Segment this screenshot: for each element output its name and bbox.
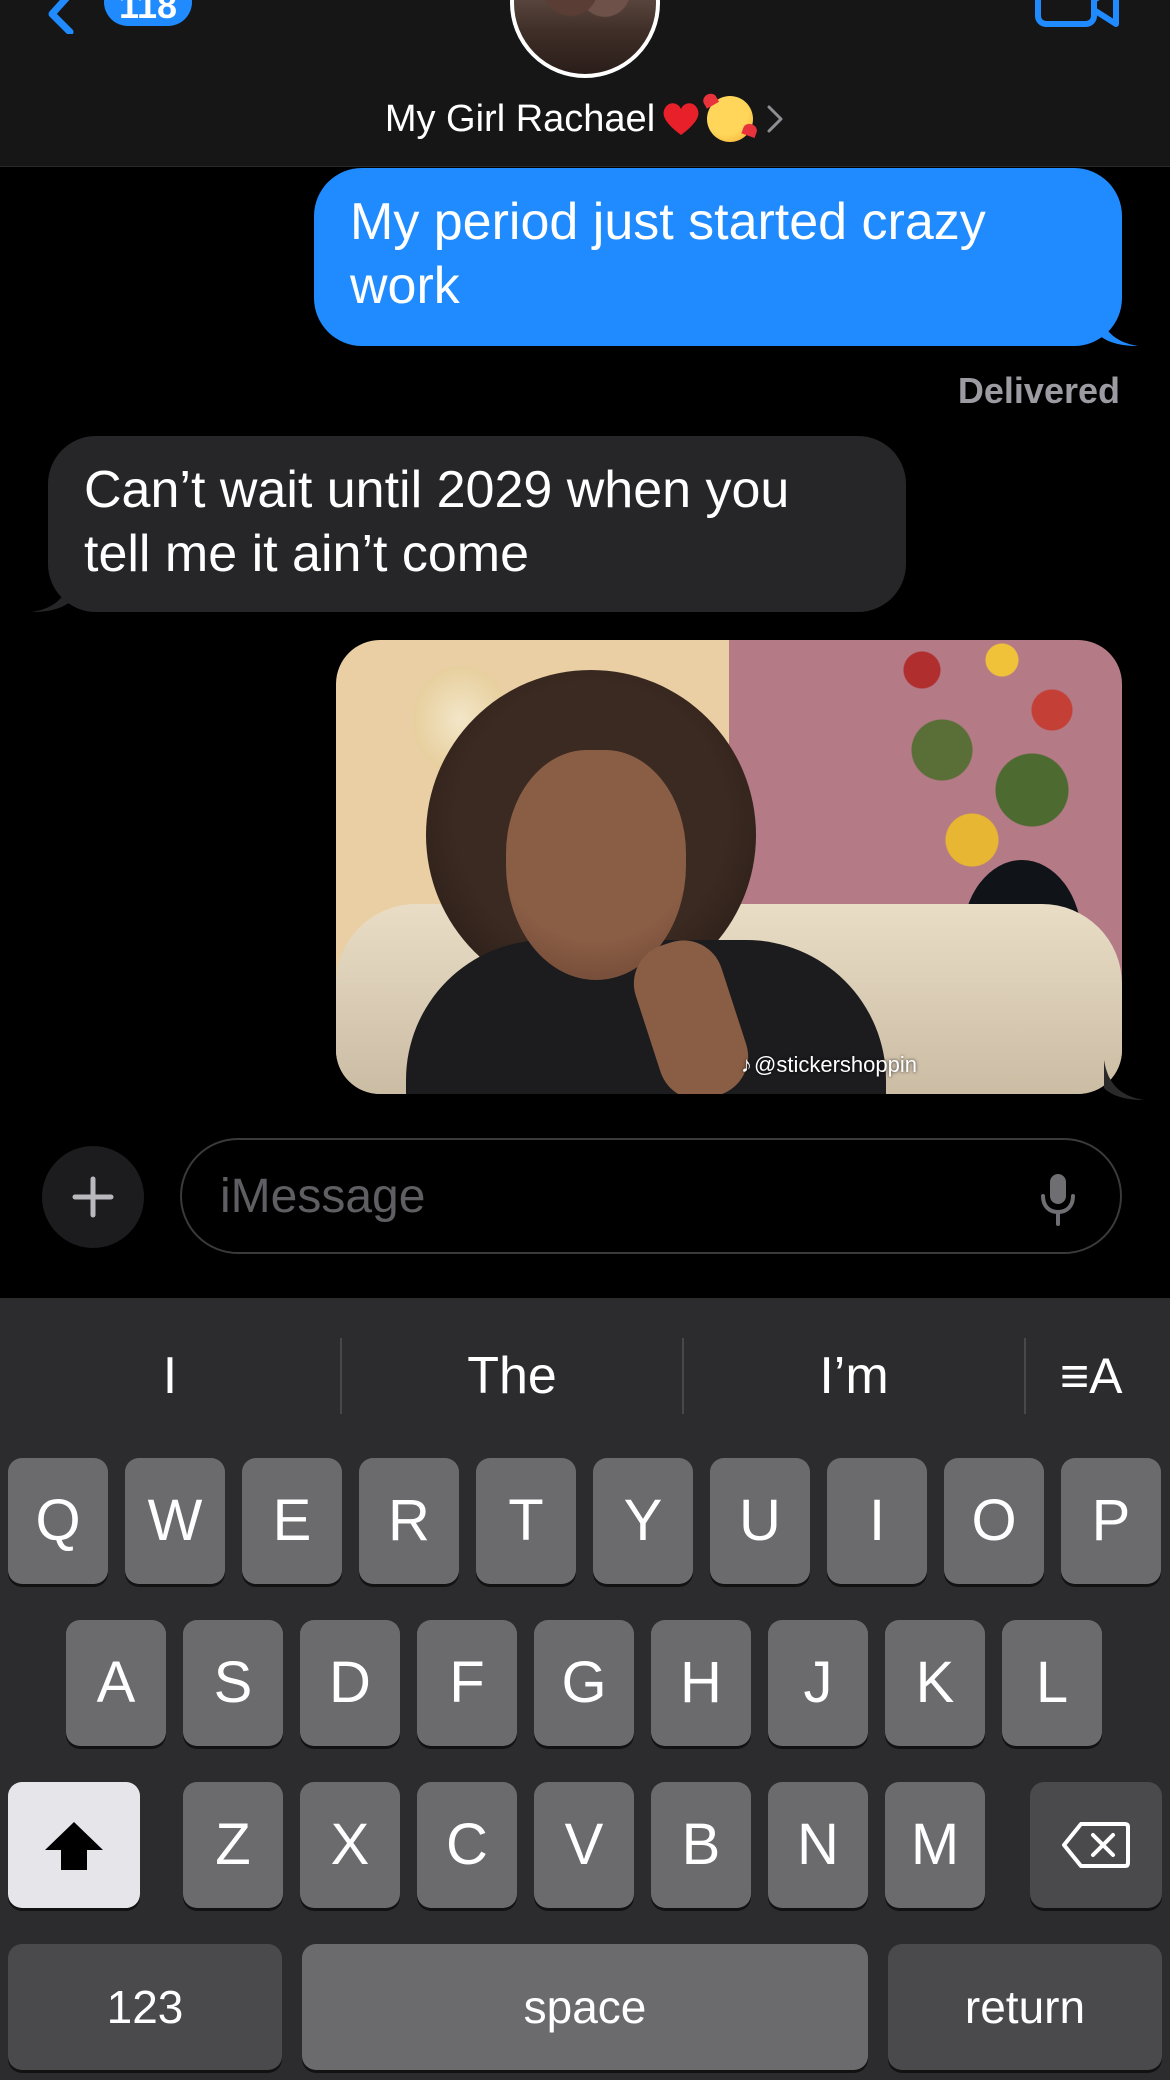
key-q[interactable]: Q [8,1458,108,1584]
heart-icon [663,103,699,135]
key-g[interactable]: G [534,1620,634,1746]
outgoing-message-bubble[interactable]: My period just started crazy work [314,168,1138,346]
bubble-tail [1104,1060,1144,1100]
bubble-tail [1098,306,1138,346]
key-e[interactable]: E [242,1458,342,1584]
plus-icon [72,1176,114,1218]
key-v[interactable]: V [534,1782,634,1908]
key-j[interactable]: J [768,1620,868,1746]
chevron-right-icon [767,105,783,133]
key-u[interactable]: U [710,1458,810,1584]
key-s[interactable]: S [183,1620,283,1746]
key-z[interactable]: Z [183,1782,283,1908]
return-key[interactable]: return [888,1944,1162,2070]
gif-message[interactable]: ♪@stickershoppin [336,640,1122,1094]
contact-name-row[interactable]: My Girl Rachael [0,94,1170,144]
key-c[interactable]: C [417,1782,517,1908]
key-k[interactable]: K [885,1620,985,1746]
key-w[interactable]: W [125,1458,225,1584]
incoming-message-bubble[interactable]: Can’t wait until 2029 when you tell me i… [32,436,906,612]
delete-key[interactable] [1030,1782,1162,1908]
key-p[interactable]: P [1061,1458,1161,1584]
key-o[interactable]: O [944,1458,1044,1584]
shift-key[interactable] [8,1782,140,1908]
key-f[interactable]: F [417,1620,517,1746]
contact-name: My Girl Rachael [384,97,656,140]
key-x[interactable]: X [300,1782,400,1908]
key-i[interactable]: I [827,1458,927,1584]
numbers-key[interactable]: 123 [8,1944,282,2070]
space-key[interactable]: space [302,1944,868,2070]
key-a[interactable]: A [66,1620,166,1746]
message-text: My period just started crazy work [350,193,986,315]
suggestion-1[interactable]: I [0,1338,340,1414]
imessage-input[interactable] [180,1138,1122,1254]
smiling-face-with-hearts-icon [707,96,754,142]
suggestion-2[interactable]: The [342,1338,682,1414]
contact-avatar[interactable] [510,0,660,78]
predictive-bar: I The I’m ≡A [0,1298,1170,1454]
gif-watermark: ♪@stickershoppin [741,1052,917,1078]
key-m[interactable]: M [885,1782,985,1908]
watermark-text: @stickershoppin [754,1052,917,1077]
video-call-icon[interactable] [1034,0,1120,28]
key-n[interactable]: N [768,1782,868,1908]
key-r[interactable]: R [359,1458,459,1584]
delete-icon [1062,1822,1130,1868]
key-d[interactable]: D [300,1620,400,1746]
suggestion-3[interactable]: I’m [684,1338,1024,1414]
key-l[interactable]: L [1002,1620,1102,1746]
text-format-icon[interactable]: ≡A [1060,1338,1123,1414]
key-h[interactable]: H [651,1620,751,1746]
delivered-status: Delivered [957,370,1120,411]
key-y[interactable]: Y [593,1458,693,1584]
back-chevron-icon[interactable] [40,0,100,34]
bubble-tail [32,572,72,612]
mic-icon[interactable] [1040,1172,1076,1226]
conversation-header: 118 My Girl Rachael [0,0,1170,167]
shift-icon [45,1822,103,1870]
keyboard: I The I’m ≡A Q W E R T Y U I O P A S D F… [0,1298,1170,2080]
suggestion-divider [1024,1338,1026,1414]
unread-count-badge[interactable]: 118 [104,0,192,26]
key-b[interactable]: B [651,1782,751,1908]
message-text: Can’t wait until 2029 when you tell me i… [84,461,790,583]
tiktok-icon: ♪ [741,1052,752,1077]
apps-plus-button[interactable] [42,1146,144,1248]
key-t[interactable]: T [476,1458,576,1584]
